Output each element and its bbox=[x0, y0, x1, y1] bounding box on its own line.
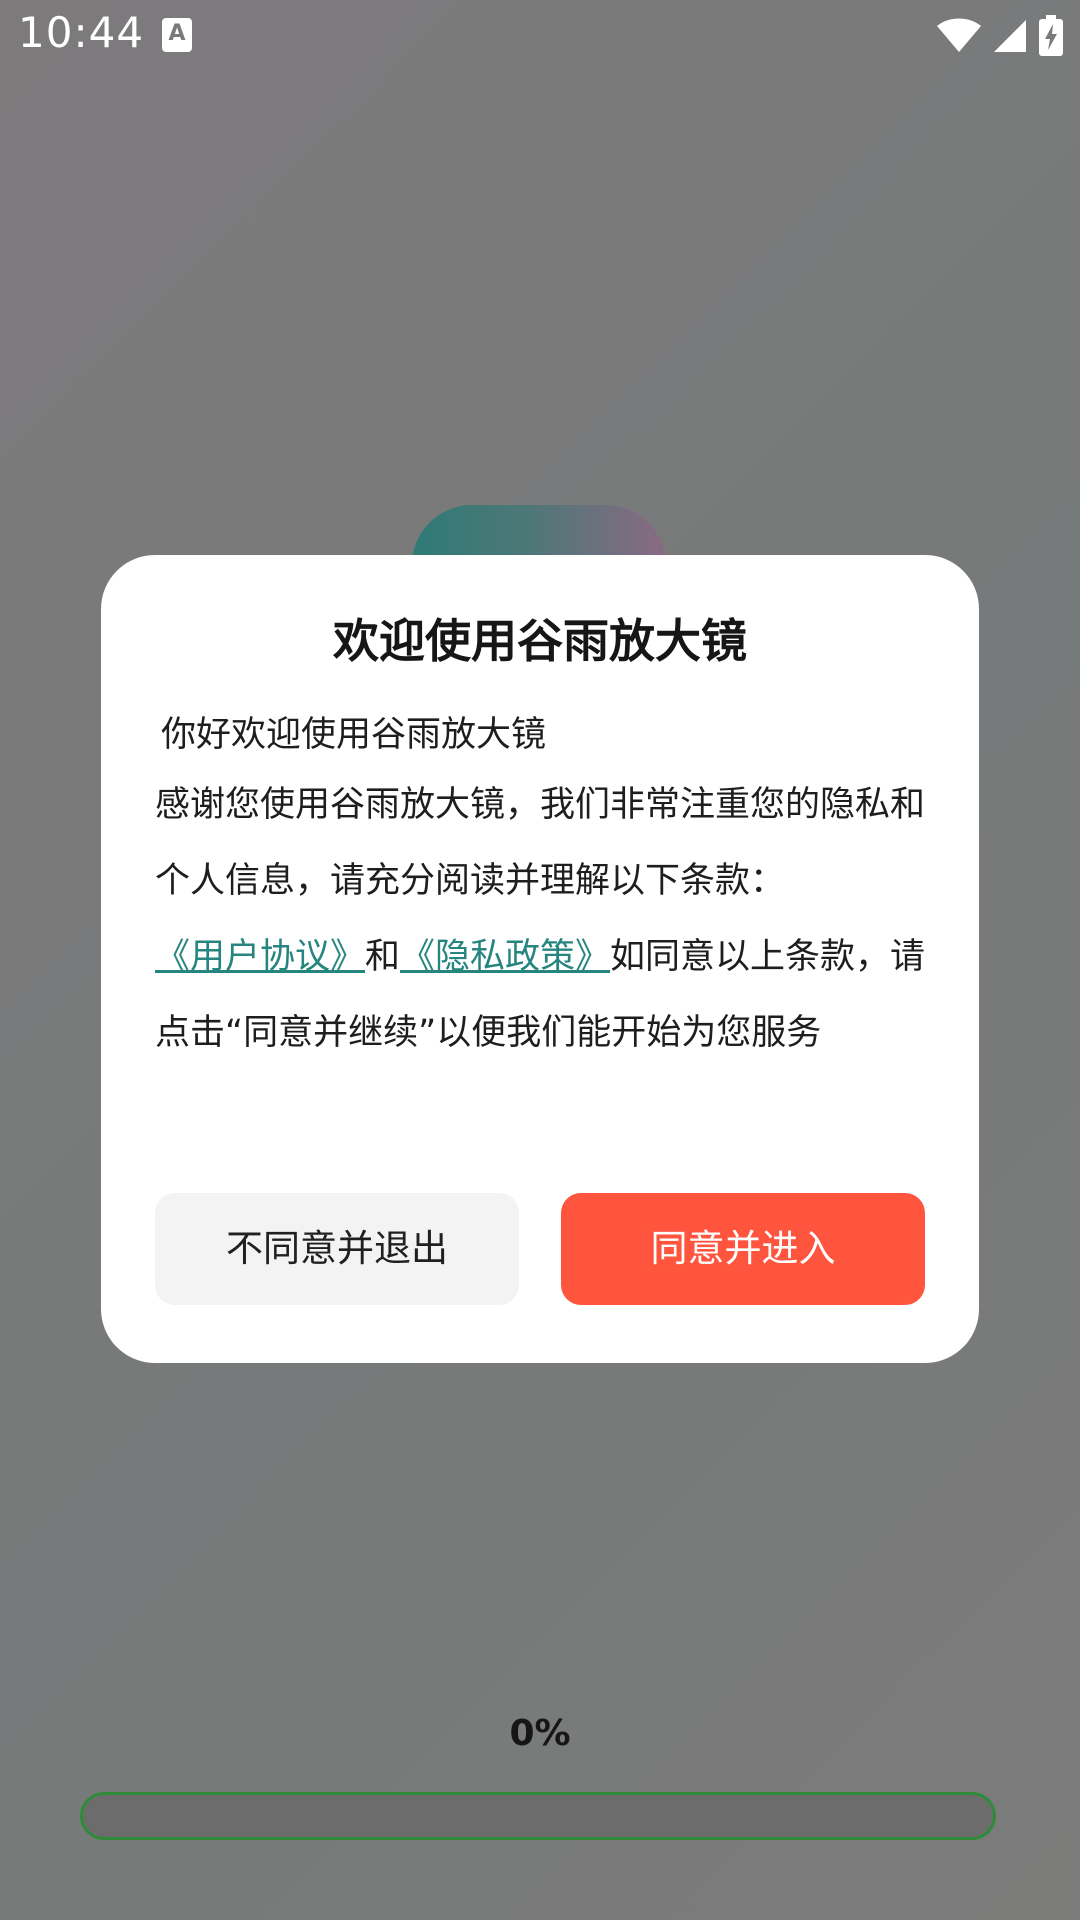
status-bar: 10:44 A bbox=[0, 0, 1080, 72]
text-a-icon: A bbox=[162, 18, 192, 52]
wifi-icon bbox=[937, 18, 981, 52]
user-agreement-link[interactable]: 《用户协议》 bbox=[155, 937, 365, 977]
agree-enter-button[interactable]: 同意并进入 bbox=[561, 1193, 925, 1305]
privacy-dialog: 欢迎使用谷雨放大镜 你好欢迎使用谷雨放大镜 感谢您使用谷雨放大镜，我们非常注重您… bbox=[101, 555, 979, 1363]
progress-bar bbox=[80, 1792, 996, 1840]
battery-charging-icon bbox=[1039, 15, 1063, 56]
dialog-greeting: 你好欢迎使用谷雨放大镜 bbox=[161, 715, 547, 755]
cell-signal-icon bbox=[994, 20, 1026, 52]
progress-label: 0% bbox=[509, 1713, 571, 1754]
status-icons bbox=[936, 14, 1064, 58]
status-time: 10:44 bbox=[18, 8, 145, 57]
dialog-title: 欢迎使用谷雨放大镜 bbox=[333, 614, 747, 668]
dialog-text-and: 和 bbox=[365, 937, 401, 977]
dialog-text-intro: 感谢您使用谷雨放大镜，我们非常注重您的隐私和个人信息，请充分阅读并理解以下条款： bbox=[155, 785, 926, 901]
privacy-policy-link[interactable]: 《隐私政策》 bbox=[400, 937, 610, 977]
decline-exit-button[interactable]: 不同意并退出 bbox=[155, 1193, 519, 1305]
dialog-body: 你好欢迎使用谷雨放大镜 感谢您使用谷雨放大镜，我们非常注重您的隐私和个人信息，请… bbox=[155, 703, 945, 1071]
